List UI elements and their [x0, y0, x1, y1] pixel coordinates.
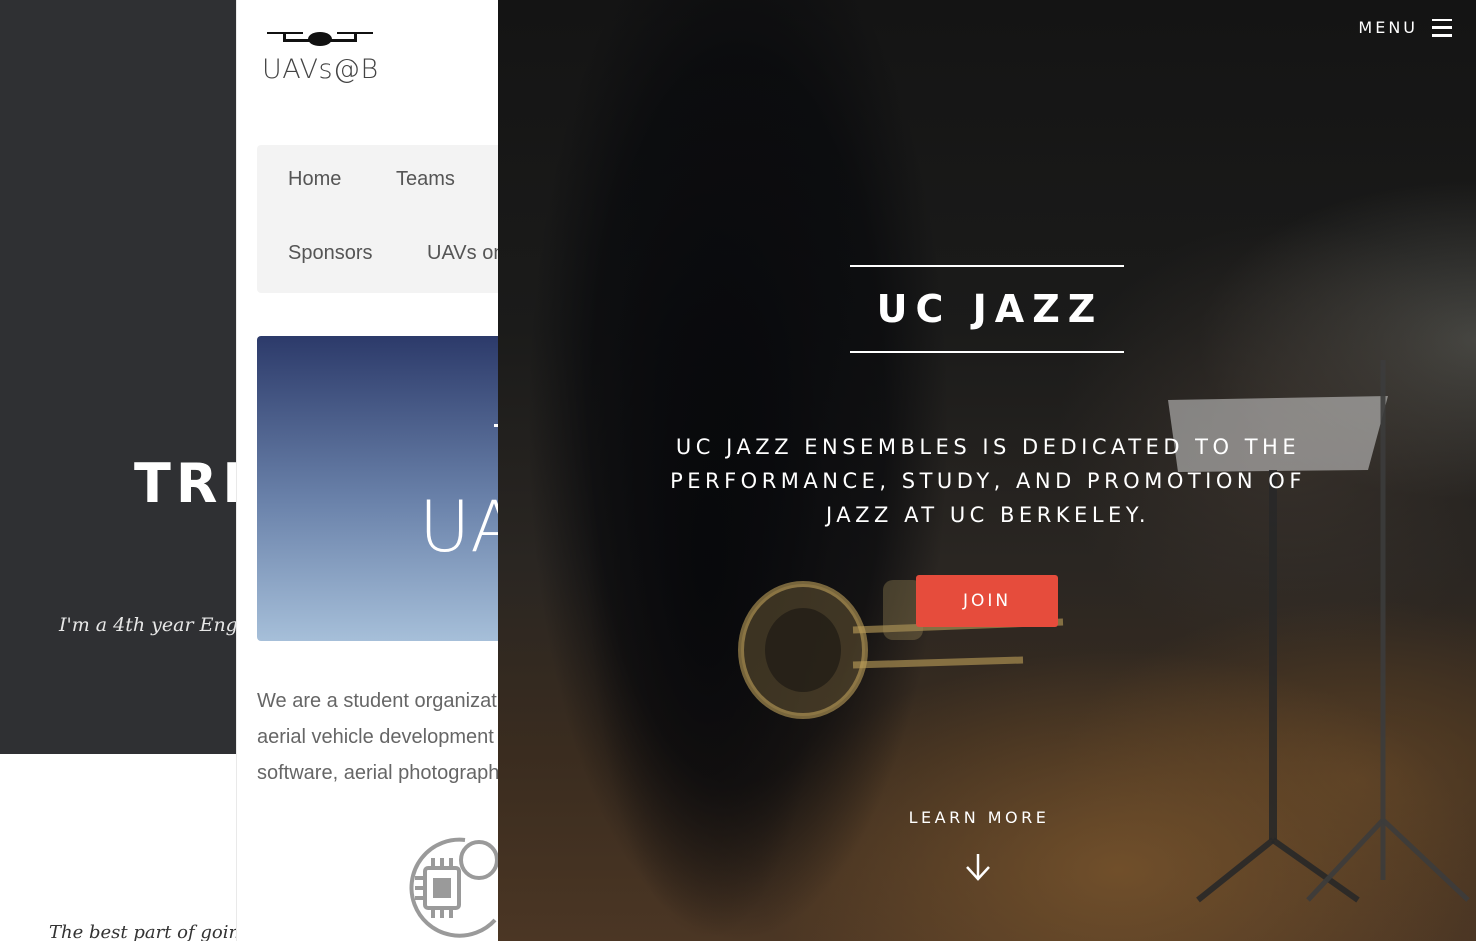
nav-uavs[interactable]: UAVs on: [427, 242, 498, 265]
intro-paragraph: We are a student organizat aerial vehicl…: [257, 683, 498, 791]
gear-chip-icon: [409, 837, 498, 938]
site-logo-text[interactable]: UAVs@B: [262, 54, 379, 85]
mission-line: JAZZ AT UC BERKELEY.: [825, 503, 1151, 527]
hero-section: TRE I'm a 4th year Engin: [0, 0, 236, 754]
mission-line: PERFORMANCE, STUDY, AND PROMOTION OF: [670, 469, 1306, 493]
menu-label: MENU: [1358, 18, 1418, 37]
mission-line: UC JAZZ ENSEMBLES IS DEDICATED TO THE: [675, 435, 1301, 459]
body-teaser: The best part of going: [49, 922, 236, 941]
hero-banner: UA: [257, 336, 498, 641]
intro-line: aerial vehicle development: [257, 726, 494, 748]
uc-jazz-panel: MENU UC JAZZ UC JAZZ ENSEMBLES IS DEDICA…: [498, 0, 1476, 941]
page-title: UC JAZZ: [876, 287, 1104, 331]
drone-logo-icon: [267, 32, 373, 46]
main-nav: Home Teams Sponsors UAVs on: [257, 145, 498, 293]
learn-more-link[interactable]: LEARN MORE: [838, 808, 1120, 827]
personal-site-panel: TRE I'm a 4th year Engin The best part o…: [0, 0, 236, 941]
uavs-site-panel: UAVs@B Home Teams Sponsors UAVs on UA We…: [236, 0, 498, 941]
intro-line: software, aerial photograph: [257, 762, 498, 784]
nav-home[interactable]: Home: [288, 168, 341, 191]
arrow-down-icon[interactable]: [964, 852, 992, 882]
hero-subtitle: I'm a 4th year Engin: [59, 614, 236, 636]
menu-button[interactable]: MENU: [1358, 18, 1452, 37]
banner-text: UA: [419, 486, 498, 568]
nav-teams[interactable]: Teams: [396, 168, 455, 191]
nav-sponsors[interactable]: Sponsors: [288, 242, 373, 265]
join-button[interactable]: JOIN: [916, 575, 1058, 627]
mission-statement: UC JAZZ ENSEMBLES IS DEDICATED TO THE PE…: [648, 430, 1328, 532]
hamburger-icon: [1432, 18, 1452, 37]
hero-title: TRE: [134, 452, 236, 515]
title-frame: UC JAZZ: [850, 265, 1124, 353]
intro-line: We are a student organizat: [257, 690, 497, 712]
